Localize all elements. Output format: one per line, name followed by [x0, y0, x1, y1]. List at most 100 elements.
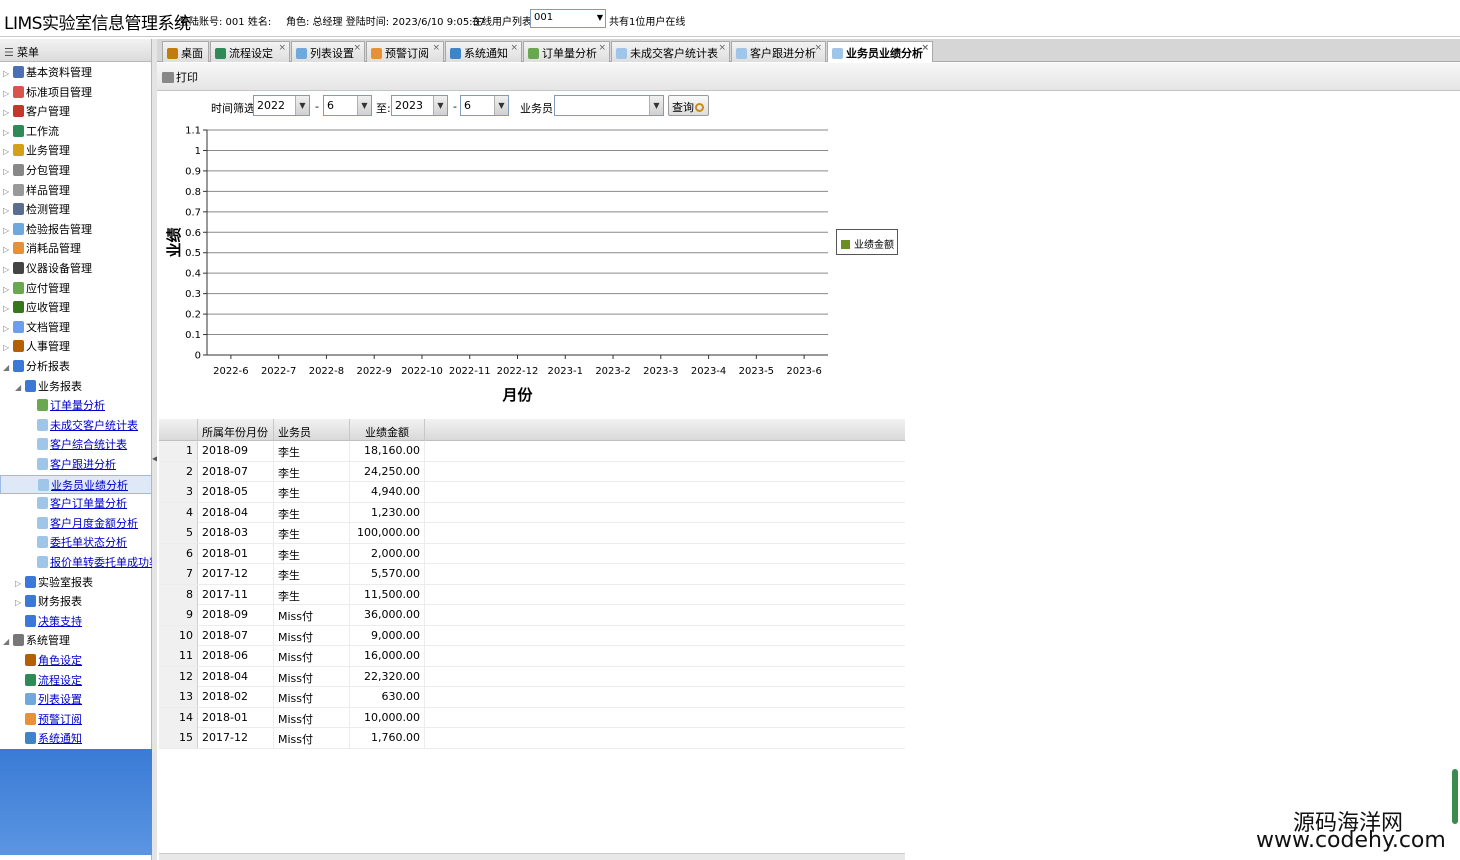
expand-arrow-icon[interactable]: ▷: [3, 260, 13, 279]
tab[interactable]: 订单量分析 ×: [523, 41, 610, 62]
sidebar-item[interactable]: ▷ 实验室报表: [0, 573, 152, 592]
expand-arrow-icon[interactable]: ▷: [15, 574, 25, 593]
tab[interactable]: 桌面: [162, 41, 209, 62]
sidebar-item[interactable]: 报价单转委托单成功率: [0, 553, 160, 572]
expand-arrow-icon[interactable]: ▷: [3, 162, 13, 181]
tab[interactable]: 未成交客户统计表 ×: [611, 41, 730, 62]
sidebar-item[interactable]: ▷ 工作流: [0, 122, 152, 141]
table-row[interactable]: 9 2018-09 Miss付 36,000.00: [159, 605, 905, 626]
sidebar-item[interactable]: ▷ 人事管理: [0, 337, 152, 356]
close-icon[interactable]: ×: [718, 43, 726, 53]
sidebar-item[interactable]: 客户跟进分析: [0, 455, 152, 474]
expand-arrow-icon[interactable]: ▷: [3, 142, 13, 161]
sidebar-item[interactable]: 流程设定: [0, 671, 152, 690]
tab[interactable]: 预警订阅 ×: [366, 41, 444, 62]
close-icon[interactable]: ×: [432, 43, 440, 53]
expand-arrow-icon[interactable]: ▷: [3, 201, 13, 220]
from-month-select[interactable]: 6 ▼: [323, 95, 372, 116]
expand-arrow-icon[interactable]: ▷: [3, 221, 13, 240]
to-year-select[interactable]: 2023 ▼: [391, 95, 448, 116]
sidebar-item[interactable]: 业务员业绩分析: [0, 474, 152, 494]
horizontal-scrollbar[interactable]: [159, 853, 905, 860]
expand-arrow-icon[interactable]: ▷: [3, 123, 13, 142]
sidebar-item[interactable]: 委托单状态分析: [0, 533, 152, 552]
sidebar-item[interactable]: ▷ 仪器设备管理: [0, 259, 152, 278]
expand-arrow-icon[interactable]: ▷: [3, 280, 13, 299]
expand-arrow-icon[interactable]: ▷: [3, 240, 13, 259]
sidebar-item[interactable]: ▷ 检测管理: [0, 200, 152, 219]
tab[interactable]: 客户跟进分析 ×: [731, 41, 826, 62]
expand-arrow-icon[interactable]: ▷: [3, 338, 13, 357]
from-year-select[interactable]: 2022 ▼: [253, 95, 310, 116]
sidebar-item[interactable]: ◢ 分析报表: [0, 357, 152, 376]
close-icon[interactable]: ×: [921, 43, 929, 53]
print-button[interactable]: 打印: [162, 69, 198, 85]
sidebar-item[interactable]: 列表设置: [0, 690, 152, 709]
expand-arrow-icon[interactable]: ▷: [3, 182, 13, 201]
vertical-scrollbar[interactable]: [1452, 769, 1458, 824]
sidebar-item[interactable]: ▷ 文档管理: [0, 318, 152, 337]
expand-arrow-icon[interactable]: ▷: [15, 593, 25, 612]
expand-arrow-icon[interactable]: ▷: [3, 103, 13, 122]
sidebar-item[interactable]: 角色设定: [0, 651, 152, 670]
column-header[interactable]: 业务员: [274, 419, 350, 441]
sidebar-item[interactable]: 预警订阅: [0, 710, 152, 729]
sidebar-item[interactable]: 客户月度金额分析: [0, 514, 152, 533]
table-row[interactable]: 11 2018-06 Miss付 16,000.00: [159, 646, 905, 667]
column-header[interactable]: 业绩金额: [350, 419, 425, 441]
sidebar-item[interactable]: ▷ 分包管理: [0, 161, 152, 180]
collapse-arrow-icon[interactable]: ◢: [3, 632, 13, 651]
expand-arrow-icon[interactable]: ▷: [3, 84, 13, 103]
table-row[interactable]: 14 2018-01 Miss付 10,000.00: [159, 707, 905, 728]
sidebar-item[interactable]: ▷ 业务管理: [0, 141, 152, 160]
table-row[interactable]: 6 2018-01 李生 2,000.00: [159, 543, 905, 564]
table-row[interactable]: 7 2017-12 李生 5,570.00: [159, 564, 905, 585]
table-row[interactable]: 4 2018-04 李生 1,230.00: [159, 502, 905, 523]
close-icon[interactable]: ×: [510, 43, 518, 53]
table-row[interactable]: 1 2018-09 李生 18,160.00: [159, 441, 905, 462]
sidebar-item[interactable]: ◢ 系统管理: [0, 631, 152, 650]
sidebar-item[interactable]: ▷ 消耗品管理: [0, 239, 152, 258]
sidebar-item[interactable]: ▷ 客户管理: [0, 102, 152, 121]
close-icon[interactable]: ×: [814, 43, 822, 53]
sidebar-item[interactable]: ▷ 应付管理: [0, 279, 152, 298]
sidebar-item[interactable]: ▷ 标准项目管理: [0, 83, 152, 102]
close-icon[interactable]: ×: [598, 43, 606, 53]
sidebar-item[interactable]: ▷ 财务报表: [0, 592, 152, 611]
collapse-arrow-icon[interactable]: ◢: [3, 358, 13, 377]
table-row[interactable]: 12 2018-04 Miss付 22,320.00: [159, 666, 905, 687]
sidebar-item[interactable]: ◢ 业务报表: [0, 377, 152, 396]
salesperson-select[interactable]: ▼: [554, 95, 664, 116]
table-row[interactable]: 10 2018-07 Miss付 9,000.00: [159, 625, 905, 646]
tab[interactable]: 系统通知 ×: [445, 41, 522, 62]
table-row[interactable]: 5 2018-03 李生 100,000.00: [159, 523, 905, 544]
column-header[interactable]: 所属年份月份: [198, 419, 274, 441]
sidebar-item[interactable]: ▷ 检验报告管理: [0, 220, 152, 239]
expand-arrow-icon[interactable]: ▷: [3, 319, 13, 338]
to-month-select[interactable]: 6 ▼: [460, 95, 509, 116]
table-row[interactable]: 8 2017-11 李生 11,500.00: [159, 584, 905, 605]
sidebar-item[interactable]: 客户订单量分析: [0, 494, 152, 513]
query-button[interactable]: 查询: [668, 95, 709, 116]
sidebar-item[interactable]: 未成交客户统计表: [0, 416, 152, 435]
table-row[interactable]: 13 2018-02 Miss付 630.00: [159, 687, 905, 708]
table-row[interactable]: 15 2017-12 Miss付 1,760.00: [159, 728, 905, 749]
tab[interactable]: 业务员业绩分析 ×: [827, 41, 933, 62]
collapse-arrow-icon[interactable]: ◢: [15, 378, 25, 397]
sidebar-item[interactable]: 决策支持: [0, 612, 152, 631]
sidebar-item[interactable]: 客户综合统计表: [0, 435, 152, 454]
sidebar-item[interactable]: ▷ 应收管理: [0, 298, 152, 317]
table-row[interactable]: 2 2018-07 李生 24,250.00: [159, 461, 905, 482]
tab[interactable]: 流程设定 ×: [210, 41, 290, 62]
table-row[interactable]: 3 2018-05 李生 4,940.00: [159, 482, 905, 503]
close-icon[interactable]: ×: [278, 43, 286, 53]
sidebar-item[interactable]: ▷ 基本资料管理: [0, 63, 152, 82]
sidebar-item[interactable]: ▷ 样品管理: [0, 181, 152, 200]
expand-arrow-icon[interactable]: ▷: [3, 64, 13, 83]
online-user-select[interactable]: 001 ▼: [530, 9, 606, 28]
expand-arrow-icon[interactable]: ▷: [3, 299, 13, 318]
sidebar-item[interactable]: 系统通知: [0, 729, 152, 748]
close-icon[interactable]: ×: [353, 43, 361, 53]
sidebar-item[interactable]: 订单量分析: [0, 396, 152, 415]
tab[interactable]: 列表设置 ×: [291, 41, 365, 62]
